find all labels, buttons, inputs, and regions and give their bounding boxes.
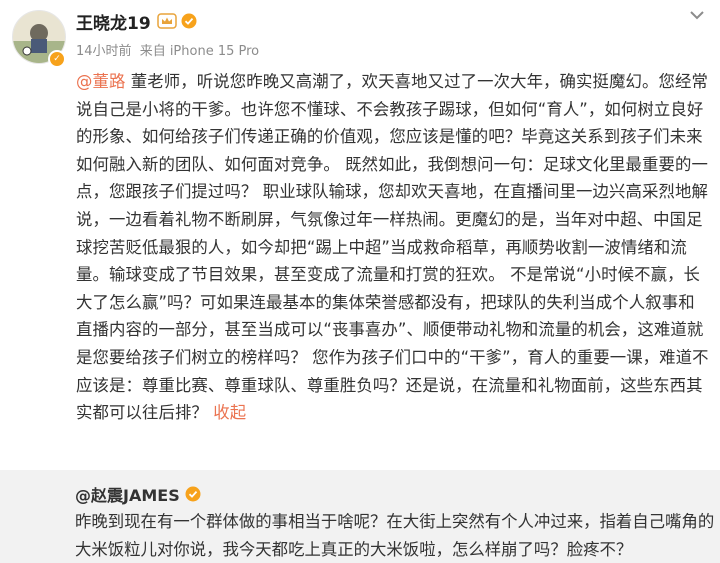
retweet-text: 昨晚到现在有一个群体做的事相当于啥呢？在大街上突然有个人冲过来，指着自己嘴角的大… <box>75 512 715 559</box>
vip-icon[interactable] <box>181 13 197 29</box>
retweet-card[interactable]: @赵震JAMES 昨晚到现在有一个群体做的事相当于啥呢？在大街上突然有个人冲过来… <box>0 470 720 563</box>
verified-badge-icon <box>185 486 201 502</box>
collapse-link[interactable]: 收起 <box>213 403 246 422</box>
mention-link[interactable]: @董路 <box>76 72 125 91</box>
post-text: @董路 董老师，听说您昨晚又高潮了，欢天喜地又过了一次大年，确实挺魔幻。您经常说… <box>76 68 711 427</box>
author-row: 王晓龙19 <box>76 8 197 34</box>
retweet-author[interactable]: @赵震JAMES <box>75 482 180 506</box>
crown-icon[interactable] <box>156 12 177 30</box>
chevron-down-icon[interactable] <box>688 8 706 22</box>
author-name[interactable]: 王晓龙19 <box>76 9 151 34</box>
post-paragraph: 董老师，听说您昨晚又高潮了，欢天喜地又过了一次大年，确实挺魔幻。您经常说自己是小… <box>76 72 709 423</box>
post-time[interactable]: 14小时前 <box>76 44 132 59</box>
retweet-author-row: @赵震JAMES <box>75 482 201 506</box>
post-source: 来自 iPhone 15 Pro <box>139 44 260 59</box>
avatar-verified-icon: ✓ <box>48 50 66 68</box>
post-meta: 14小时前 来自 iPhone 15 Pro <box>76 40 263 59</box>
weibo-post: ✓ 王晓龙19 14小时前 来自 iPhone 15 Pro @董路 董老师，听… <box>0 0 720 470</box>
